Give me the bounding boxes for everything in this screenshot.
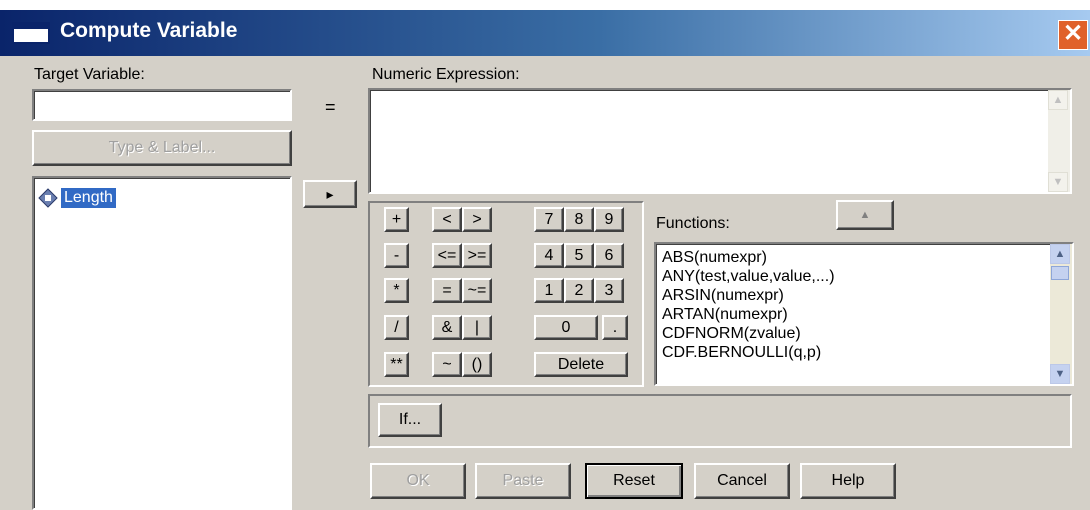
- key-2[interactable]: 2: [564, 278, 594, 303]
- key-not-equal[interactable]: ~=: [462, 278, 492, 303]
- variable-list-item[interactable]: Length: [38, 186, 116, 210]
- paste-button[interactable]: Paste: [475, 463, 571, 499]
- key-divide[interactable]: /: [384, 315, 409, 340]
- window-title: Compute Variable: [60, 19, 238, 42]
- numeric-expression-textarea[interactable]: ▲ ▼: [368, 88, 1072, 194]
- function-item[interactable]: ABS(numexpr): [662, 248, 767, 267]
- if-group: [368, 394, 1072, 448]
- compute-variable-dialog: Compute Variable ✕ Target Variable: = Ty…: [0, 10, 1090, 510]
- if-button[interactable]: If...: [378, 403, 442, 437]
- numeric-variable-icon: [38, 188, 58, 208]
- target-variable-input[interactable]: [32, 89, 292, 121]
- scroll-up-icon[interactable]: ▲: [1050, 244, 1070, 264]
- key-9[interactable]: 9: [594, 207, 624, 232]
- scroll-down-icon[interactable]: ▼: [1050, 364, 1070, 384]
- function-item[interactable]: ARSIN(numexpr): [662, 286, 784, 305]
- key-power[interactable]: **: [384, 352, 409, 377]
- key-parentheses[interactable]: (): [462, 352, 492, 377]
- expression-scrollbar[interactable]: ▲ ▼: [1048, 90, 1070, 192]
- numeric-expression-label: Numeric Expression:: [372, 66, 520, 83]
- key-greater-equal[interactable]: >=: [462, 243, 492, 268]
- key-equal[interactable]: =: [432, 278, 462, 303]
- key-greater-than[interactable]: >: [462, 207, 492, 232]
- key-1[interactable]: 1: [534, 278, 564, 303]
- function-item[interactable]: CDFNORM(zvalue): [662, 324, 801, 343]
- function-item[interactable]: ANY(test,value,value,...): [662, 267, 835, 286]
- title-bar: Compute Variable ✕: [0, 10, 1090, 56]
- key-0[interactable]: 0: [534, 315, 598, 340]
- key-4[interactable]: 4: [534, 243, 564, 268]
- equals-sign: =: [325, 97, 336, 117]
- scroll-up-icon[interactable]: ▲: [1048, 90, 1068, 110]
- key-multiply[interactable]: *: [384, 278, 409, 303]
- variable-list[interactable]: Length: [32, 176, 292, 510]
- key-3[interactable]: 3: [594, 278, 624, 303]
- target-variable-label: Target Variable:: [34, 66, 145, 83]
- function-item[interactable]: CDF.BERNOULLI(q,p): [662, 343, 821, 362]
- function-item[interactable]: ARTAN(numexpr): [662, 305, 788, 324]
- key-8[interactable]: 8: [564, 207, 594, 232]
- ok-button[interactable]: OK: [370, 463, 466, 499]
- reset-button[interactable]: Reset: [585, 463, 683, 499]
- cancel-button[interactable]: Cancel: [694, 463, 790, 499]
- key-decimal[interactable]: .: [602, 315, 628, 340]
- key-less-than[interactable]: <: [432, 207, 462, 232]
- type-label-button[interactable]: Type & Label...: [32, 130, 292, 166]
- key-not[interactable]: ~: [432, 352, 462, 377]
- delete-button[interactable]: Delete: [534, 352, 628, 377]
- key-minus[interactable]: -: [384, 243, 409, 268]
- key-or[interactable]: |: [462, 315, 492, 340]
- key-less-equal[interactable]: <=: [432, 243, 462, 268]
- window-icon: [12, 22, 50, 44]
- key-6[interactable]: 6: [594, 243, 624, 268]
- key-5[interactable]: 5: [564, 243, 594, 268]
- variable-name: Length: [61, 188, 116, 208]
- key-7[interactable]: 7: [534, 207, 564, 232]
- insert-function-button[interactable]: ▲: [836, 200, 894, 230]
- functions-list[interactable]: ABS(numexpr) ANY(test,value,value,...) A…: [654, 242, 1074, 386]
- key-plus[interactable]: +: [384, 207, 409, 232]
- functions-label: Functions:: [656, 215, 730, 232]
- help-button[interactable]: Help: [800, 463, 896, 499]
- functions-scrollbar[interactable]: ▲ ▼: [1050, 244, 1072, 384]
- close-button[interactable]: ✕: [1058, 20, 1088, 50]
- scroll-thumb[interactable]: [1051, 266, 1069, 280]
- key-and[interactable]: &: [432, 315, 462, 340]
- scroll-down-icon[interactable]: ▼: [1048, 172, 1068, 192]
- move-variable-button[interactable]: ▸: [303, 180, 357, 208]
